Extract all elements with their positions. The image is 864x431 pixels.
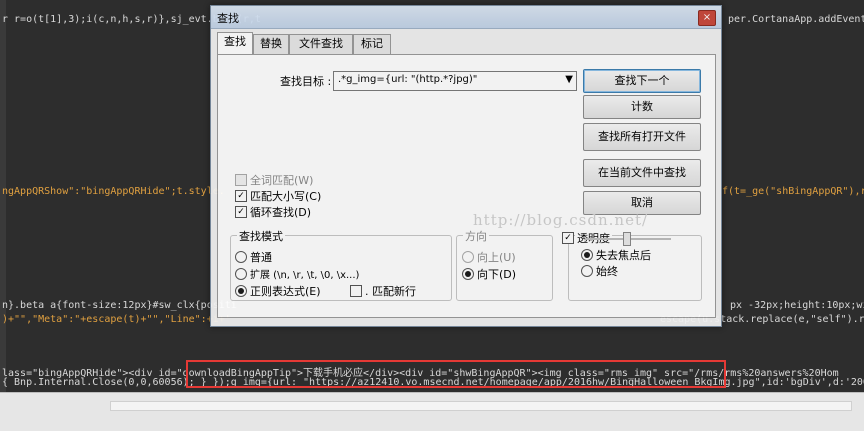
status-bar [0, 392, 864, 431]
newline-checkbox[interactable] [350, 285, 362, 297]
highlight-box [186, 360, 726, 388]
newline-label: . 匹配新行 [365, 285, 416, 298]
find-in-current-button[interactable]: 在当前文件中查找 [583, 159, 701, 187]
wrap-label: 循环查找(D) [250, 206, 312, 219]
mode-extended-radio[interactable] [235, 268, 247, 280]
transparency-focus-label: 失去焦点后 [596, 249, 651, 262]
mode-regex-label: 正则表达式(E) [250, 285, 321, 298]
mode-normal-radio[interactable] [235, 251, 247, 263]
dialog-title: 查找 [217, 12, 239, 25]
find-all-open-button[interactable]: 查找所有打开文件 [583, 123, 701, 151]
dialog-titlebar[interactable]: 查找 × [211, 6, 721, 29]
status-track [110, 401, 852, 411]
direction-up-radio[interactable] [462, 251, 474, 263]
tab-find-in-files[interactable]: 文件查找 [289, 34, 353, 54]
code-line: per.CortanaApp.addEventLis [728, 14, 864, 25]
tab-replace[interactable]: 替换 [253, 34, 289, 54]
mode-normal-label: 普通 [250, 251, 272, 264]
code-line: px -32px;height:10px;width: [730, 300, 864, 311]
blog-watermark: http://blog.csdn.net/ [473, 211, 649, 229]
close-button[interactable]: × [698, 10, 716, 26]
code-line: ngAppQRShow":"bingAppQRHide";t.style. [2, 186, 225, 197]
transparency-always-label: 始终 [596, 265, 618, 278]
transparency-always-radio[interactable] [581, 265, 593, 277]
mode-regex-radio[interactable] [235, 285, 247, 297]
direction-down-label: 向下(D) [477, 268, 517, 281]
find-panel: 查找目标 : .*g_img={url: "(http.*?jpg)" ▼ 查找… [217, 54, 716, 318]
count-button[interactable]: 计数 [583, 95, 701, 119]
transparency-focus-radio[interactable] [581, 249, 593, 261]
find-next-button[interactable]: 查找下一个 [583, 69, 701, 93]
whole-word-label: 全词匹配(W) [250, 174, 314, 187]
whole-word-checkbox[interactable] [235, 174, 247, 186]
find-input[interactable]: .*g_img={url: "(http.*?jpg)" ▼ [333, 71, 577, 91]
direction-down-radio[interactable] [462, 268, 474, 280]
tab-mark[interactable]: 标记 [353, 34, 391, 54]
code-line: )+"","Meta":"+escape(t)+"","Line":+i+' [2, 314, 231, 325]
match-case-checkbox[interactable]: ✓ [235, 190, 247, 202]
direction-up-label: 向上(U) [477, 251, 516, 264]
match-case-label: 匹配大小写(C) [250, 190, 322, 203]
wrap-checkbox[interactable]: ✓ [235, 206, 247, 218]
code-line: f(t=_ge("shBingAppQR"),r= [722, 186, 864, 197]
tab-find[interactable]: 查找 [217, 32, 253, 54]
chevron-down-icon[interactable]: ▼ [565, 74, 573, 85]
find-dialog: 查找 × 查找 替换 文件查找 标记 查找目标 : .*g_img={url: … [210, 5, 722, 327]
find-input-value: .*g_img={url: "(http.*?jpg)" [338, 74, 478, 85]
code-line: n}.beta a{font-size:12px}#sw_clx{positi [2, 300, 237, 311]
search-mode-title: 查找模式 [237, 228, 285, 244]
direction-title: 方向 [463, 228, 489, 244]
find-label: 查找目标 : [280, 75, 332, 88]
mode-extended-label: 扩展 (\n, \r, \t, \0, \x...) [250, 270, 360, 281]
transparency-checkbox[interactable]: ✓ [562, 232, 574, 244]
transparency-slider-thumb[interactable] [623, 232, 631, 246]
